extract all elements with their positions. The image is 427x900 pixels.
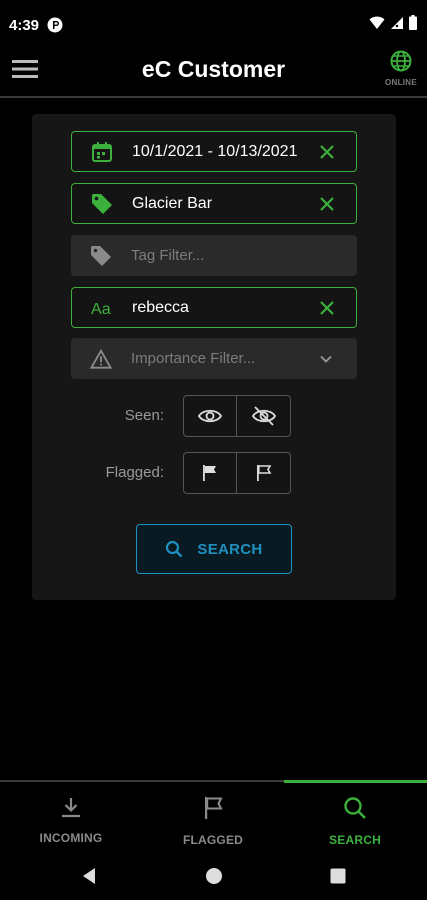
app-bar: eC Customer ONLINE [0,50,427,96]
warning-icon [90,348,112,369]
online-status[interactable]: ONLINE [381,50,421,87]
importance-filter-dropdown[interactable]: Importance Filter... [71,338,357,379]
flag-outline-icon [256,465,271,481]
back-icon[interactable] [80,866,100,886]
text-format-icon: Aa [91,299,111,317]
status-icons [369,15,417,30]
seen-toggle-group [183,395,291,437]
status-bar: 4:39 [0,0,427,50]
search-button-label: SEARCH [197,540,263,558]
nav-search-label: SEARCH [329,833,381,847]
chevron-down-icon [320,355,332,363]
tag-filter-field[interactable]: Tag Filter... [71,235,357,276]
location-tag-value: Glacier Bar [132,194,213,212]
date-range-value: 10/1/2021 - 10/13/2021 [132,142,298,160]
unseen-button[interactable] [237,395,291,437]
search-button[interactable]: SEARCH [136,524,292,574]
unflagged-button[interactable] [237,452,291,494]
svg-text:Aa: Aa [91,299,111,317]
seen-toggle-row: Seen: [32,395,396,437]
app-bar-divider [0,96,427,98]
clear-date-icon[interactable] [318,143,336,161]
home-icon[interactable] [204,866,224,886]
clear-location-icon[interactable] [318,195,336,213]
globe-icon [390,50,412,72]
nav-item-search[interactable]: SEARCH [284,796,426,847]
nav-flagged-label: FLAGGED [182,833,244,847]
status-time: 4:39 [9,17,40,34]
seen-label: Seen: [124,407,164,424]
location-tag-field[interactable]: Glacier Bar [71,183,357,224]
flagged-label: Flagged: [105,464,164,481]
flagged-button[interactable] [183,452,237,494]
flag-icon [205,797,223,819]
system-nav-bar [0,852,427,900]
tag-filter-placeholder: Tag Filter... [131,247,205,264]
search-icon [166,540,183,558]
page-title: eC Customer [141,56,286,82]
eye-off-icon [251,406,276,426]
bottom-nav: INCOMING FLAGGED SEARCH [0,780,427,852]
nav-active-indicator [284,780,427,783]
text-query-field[interactable]: Aa rebecca [71,287,357,328]
date-range-field[interactable]: 10/1/2021 - 10/13/2021 [71,131,357,172]
download-icon [62,798,80,818]
flagged-toggle-row: Flagged: [32,452,396,494]
flagged-toggle-group [183,452,291,494]
flag-filled-icon [203,465,216,481]
wifi-icon [369,16,385,29]
eye-icon [198,409,222,423]
recents-icon[interactable] [328,866,348,886]
signal-icon [391,16,403,29]
tag-icon [92,193,112,214]
importance-filter-placeholder: Importance Filter... [131,350,256,367]
search-icon [344,797,366,819]
seen-button[interactable] [183,395,237,437]
app-notification-icon [47,17,63,33]
nav-incoming-label: INCOMING [39,831,103,845]
online-label: ONLINE [384,78,418,87]
calendar-icon [92,141,112,162]
battery-icon [409,15,417,30]
tag-outline-icon [91,245,111,266]
nav-item-incoming[interactable]: INCOMING [0,796,142,845]
search-filter-panel: 10/1/2021 - 10/13/2021 Glacier Bar Tag F… [32,114,396,600]
nav-item-flagged[interactable]: FLAGGED [142,796,284,847]
text-query-value: rebecca [132,298,189,316]
clear-text-icon[interactable] [318,299,336,317]
